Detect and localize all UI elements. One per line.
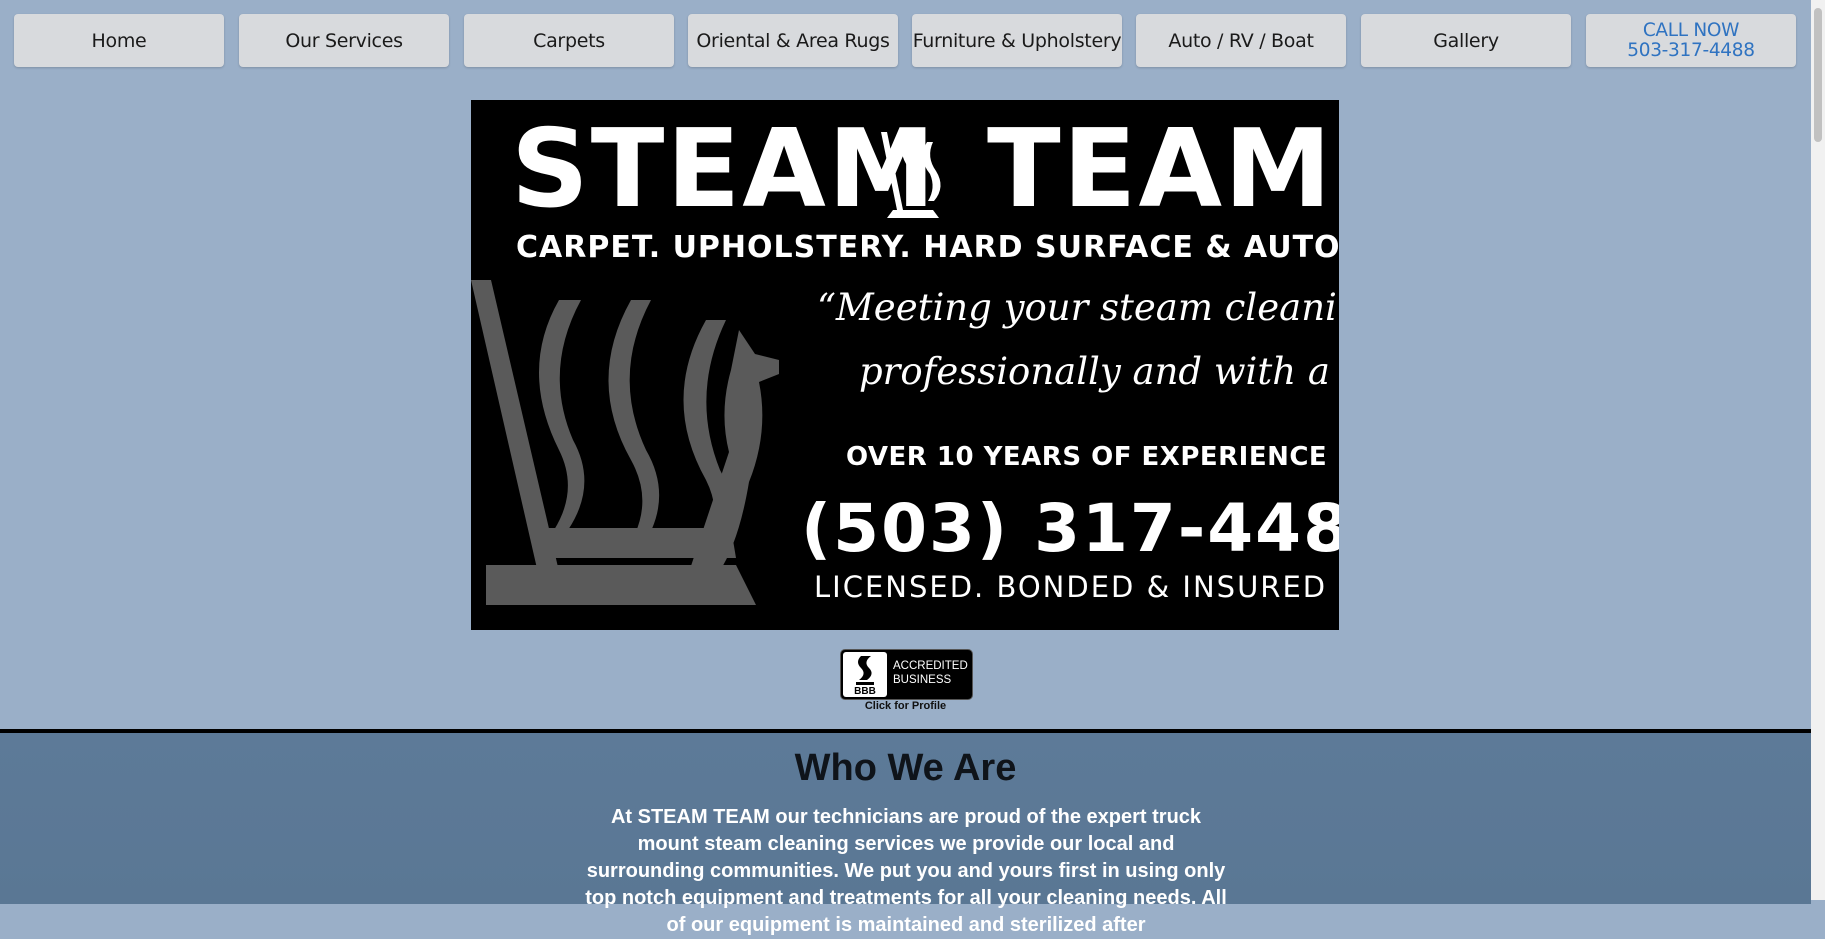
scrollbar-thumb[interactable] xyxy=(1814,8,1822,142)
who-we-are-heading: Who We Are xyxy=(794,747,1017,789)
nav-furniture-label: Furniture & Upholstery xyxy=(912,29,1122,52)
nav-home[interactable]: Home xyxy=(14,14,224,67)
banner-experience: OVER 10 YEARS OF EXPERIENCE xyxy=(846,442,1328,472)
banner-quote-line1: “Meeting your steam cleaning needs xyxy=(817,286,1339,329)
page-scrollbar[interactable] xyxy=(1811,0,1825,900)
call-now-label: CALL NOW xyxy=(1642,19,1740,41)
nav-furniture-upholstery[interactable]: Furniture & Upholstery xyxy=(912,14,1122,67)
bbb-click-profile[interactable]: Click for Profile xyxy=(840,700,971,712)
bbb-line1: ACCREDITED xyxy=(893,660,968,672)
nav-gallery-label: Gallery xyxy=(1433,29,1499,52)
bbb-accredited-badge[interactable]: BBB ACCREDITED BUSINESS Click for Profil… xyxy=(840,649,973,715)
nav-auto-rv-boat[interactable]: Auto / RV / Boat xyxy=(1136,14,1346,67)
bbb-line2: BUSINESS xyxy=(893,674,952,686)
nav-auto-label: Auto / RV / Boat xyxy=(1168,29,1314,52)
banner-phone: (503) 317-4488 xyxy=(801,490,1339,567)
hero-banner: STEAM TEAM CARPET. UPHOLSTERY. HARD SURF… xyxy=(471,100,1339,630)
bbb-logo-text: BBB xyxy=(854,686,876,697)
nav-our-services-label: Our Services xyxy=(285,29,403,52)
bbb-logo-icon: BBB xyxy=(843,652,887,697)
nav-gallery[interactable]: Gallery xyxy=(1361,14,1571,67)
banner-title-left: STEAM xyxy=(511,107,938,232)
nav-our-services[interactable]: Our Services xyxy=(239,14,449,67)
bbb-accredited-text: ACCREDITED BUSINESS xyxy=(893,659,968,687)
nav-carpets-label: Carpets xyxy=(533,29,605,52)
who-we-are-body: At STEAM TEAM our technicians are proud … xyxy=(585,806,1227,936)
call-now-button[interactable]: CALL NOW 503-317-4488 xyxy=(1586,14,1796,67)
banner-licensed: LICENSED. BONDED & INSURED xyxy=(814,570,1328,604)
dog-steam-silhouette-icon xyxy=(471,280,779,605)
banner-tagline: CARPET. UPHOLSTERY. HARD SURFACE & AUTO xyxy=(516,230,1339,265)
banner-quote-line2: professionally and with a smile!” xyxy=(859,350,1339,393)
bbb-badge-box: BBB ACCREDITED BUSINESS xyxy=(840,649,973,700)
main-nav: Home Our Services Carpets Oriental & Are… xyxy=(14,14,1797,67)
nav-oriental-rugs[interactable]: Oriental & Area Rugs xyxy=(688,14,898,67)
nav-carpets[interactable]: Carpets xyxy=(464,14,674,67)
nav-home-label: Home xyxy=(91,29,147,52)
nav-oriental-rugs-label: Oriental & Area Rugs xyxy=(696,29,890,52)
banner-title-right: TEAM xyxy=(987,107,1334,232)
call-now-phone: 503-317-4488 xyxy=(1627,39,1755,61)
who-we-are-section: Who We Are At STEAM TEAM our technicians… xyxy=(0,729,1811,936)
